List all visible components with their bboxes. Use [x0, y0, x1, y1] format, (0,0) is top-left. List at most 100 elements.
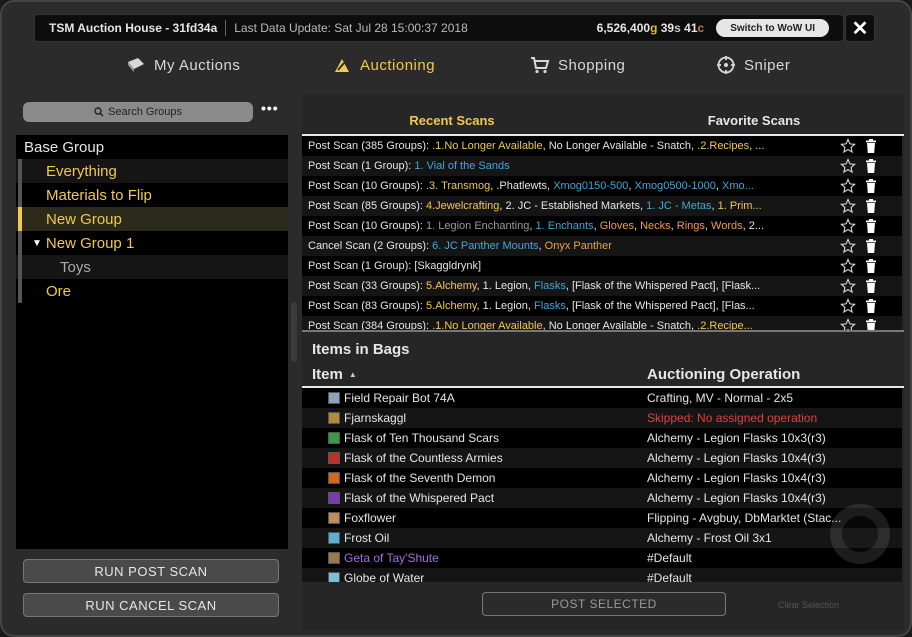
selected-marker: [18, 207, 22, 231]
tab-my-auctions[interactable]: My Auctions: [126, 50, 240, 80]
group-item-everything[interactable]: Everything: [16, 159, 288, 183]
delete-icon[interactable]: [865, 219, 877, 233]
delete-icon[interactable]: [865, 139, 877, 153]
post-selected-button[interactable]: POST SELECTED: [482, 592, 726, 616]
column-header-operation[interactable]: Auctioning Operation: [647, 366, 800, 383]
scan-segment: 4.Jewelcrafting: [426, 200, 500, 212]
item-row[interactable]: Frost Oil Alchemy - Frost Oil 3x1: [302, 528, 902, 548]
scan-row[interactable]: Post Scan (1 Group): [Skaggldrynk]: [302, 256, 902, 276]
scan-row[interactable]: Post Scan (33 Groups): 5.Alchemy, 1. Leg…: [302, 276, 902, 296]
item-operation: Alchemy - Legion Flasks 10x4(r3): [647, 451, 826, 465]
group-tree: Base Group Everything Materials to Flip …: [16, 135, 288, 549]
scan-segment: Onyx Panther: [544, 240, 612, 252]
group-item-base-group[interactable]: Base Group: [16, 135, 288, 159]
item-name: Globe of Water: [344, 571, 425, 582]
scan-row[interactable]: Post Scan (10 Groups): .3. Transmog, .Ph…: [302, 176, 902, 196]
gold-amount: 6,526,400: [596, 21, 651, 35]
scan-row[interactable]: Post Scan (384 Groups): .1.No Longer Ava…: [302, 316, 902, 330]
group-search-bar: Search Groups •••: [16, 96, 288, 130]
scan-row[interactable]: Cancel Scan (2 Groups): 6. JC Panther Mo…: [302, 236, 902, 256]
delete-icon[interactable]: [865, 239, 877, 253]
favorite-star-icon[interactable]: [840, 278, 856, 294]
item-row[interactable]: Flask of the Countless Armies Alchemy - L…: [302, 448, 902, 468]
run-post-scan-button[interactable]: RUN POST SCAN: [23, 559, 279, 583]
tab-shopping[interactable]: Shopping: [530, 50, 625, 80]
scrollbar[interactable]: [291, 302, 297, 362]
panel-divider[interactable]: [302, 330, 904, 332]
delete-icon[interactable]: [865, 199, 877, 213]
scan-segment: Rings: [676, 220, 705, 232]
group-item-new-group[interactable]: New Group: [16, 207, 288, 231]
delete-icon[interactable]: [865, 299, 877, 313]
favorite-star-icon[interactable]: [840, 258, 856, 274]
items-list: Field Repair Bot 74A Crafting, MV - Norma…: [302, 388, 902, 582]
item-row[interactable]: Geta of Tay'Shute #Default: [302, 548, 902, 568]
favorite-star-icon[interactable]: [840, 318, 856, 330]
item-name: Frost Oil: [344, 531, 390, 545]
item-row[interactable]: Flask of Ten Thousand Scars Alchemy - Leg…: [302, 428, 902, 448]
favorite-star-icon[interactable]: [840, 158, 856, 174]
scan-segment: .1.No Longer Available: [432, 320, 543, 330]
scan-segment: Xmog0500-1000: [634, 180, 716, 192]
favorite-star-icon[interactable]: [840, 238, 856, 254]
favorite-star-icon[interactable]: [840, 198, 856, 214]
item-row[interactable]: Foxflower Flipping - Avgbuy, DbMarktet (S…: [302, 508, 902, 528]
items-table-header: Item ▲ Auctioning Operation: [302, 364, 904, 388]
scan-row[interactable]: Post Scan (10 Groups): 1. Legion Enchant…: [302, 216, 902, 236]
search-groups-input[interactable]: Search Groups: [23, 102, 253, 122]
scan-row[interactable]: Post Scan (1 Group): 1. Vial of the Sand…: [302, 156, 902, 176]
scan-description: Post Scan (384 Groups): .1.No Longer Ava…: [308, 320, 838, 330]
tab-sniper[interactable]: Sniper: [716, 50, 790, 80]
title-bar: TSM Auction House - 31fd34a Last Data Up…: [34, 14, 844, 42]
item-row[interactable]: Fjarnskaggl Skipped: No assigned operatio…: [302, 408, 902, 428]
favorite-star-icon[interactable]: [840, 298, 856, 314]
scan-segment: Post Scan (10 Groups):: [308, 220, 426, 232]
favorite-star-icon[interactable]: [840, 138, 856, 154]
item-row[interactable]: Flask of the Seventh Demon Alchemy - Legi…: [302, 468, 902, 488]
tab-recent-scans[interactable]: Recent Scans: [302, 108, 602, 132]
cart-icon: [531, 57, 550, 74]
favorite-star-icon[interactable]: [840, 218, 856, 234]
item-icon: [328, 412, 340, 424]
scan-segment: Xmog0150-500: [553, 180, 629, 192]
item-operation: Crafting, MV - Normal - 2x5: [647, 391, 794, 405]
item-row[interactable]: Field Repair Bot 74A Crafting, MV - Norma…: [302, 388, 902, 408]
item-name: Fjarnskaggl: [344, 411, 407, 425]
scan-segment: Post Scan (85 Groups):: [308, 200, 426, 212]
delete-icon[interactable]: [865, 259, 877, 273]
group-item-ore[interactable]: Ore: [16, 279, 288, 303]
more-options-icon[interactable]: •••: [261, 100, 279, 116]
tab-auctioning[interactable]: Auctioning: [332, 50, 435, 80]
item-icon: [328, 532, 340, 544]
item-row[interactable]: Flask of the Whispered Pact Alchemy - Leg…: [302, 488, 902, 508]
item-icon: [328, 572, 340, 582]
clear-selection-link[interactable]: Clear Selection: [778, 600, 839, 610]
column-header-item[interactable]: Item ▲: [312, 366, 357, 383]
delete-icon[interactable]: [865, 279, 877, 293]
run-cancel-scan-button[interactable]: RUN CANCEL SCAN: [23, 593, 279, 617]
scan-segment: Flasks: [534, 300, 566, 312]
scan-segment: Post Scan (385 Groups):: [308, 140, 433, 152]
scan-segment: 1. Vial of the Sands: [414, 160, 510, 172]
switch-to-wow-ui-button[interactable]: Switch to WoW UI: [716, 19, 829, 37]
scan-segment: Necks: [640, 220, 671, 232]
tab-favorite-scans[interactable]: Favorite Scans: [604, 108, 904, 132]
delete-icon[interactable]: [865, 179, 877, 193]
scan-row[interactable]: Post Scan (85 Groups): 4.Jewelcrafting, …: [302, 196, 902, 216]
favorite-star-icon[interactable]: [840, 178, 856, 194]
auction-house-window: TSM Auction House - 31fd34a Last Data Up…: [0, 0, 912, 637]
delete-icon[interactable]: [865, 319, 877, 330]
item-icon: [328, 452, 340, 464]
group-label: Materials to Flip: [46, 186, 152, 204]
item-row[interactable]: Globe of Water #Default: [302, 568, 902, 582]
scan-row[interactable]: Post Scan (385 Groups): .1.No Longer Ava…: [302, 136, 902, 156]
group-item-materials-to-flip[interactable]: Materials to Flip: [16, 183, 288, 207]
scan-segment: 1. Legion Enchanting: [426, 220, 530, 232]
group-item-toys[interactable]: Toys: [16, 255, 288, 279]
scan-row[interactable]: Post Scan (83 Groups): 5.Alchemy, 1. Leg…: [302, 296, 902, 316]
delete-icon[interactable]: [865, 159, 877, 173]
group-item-new-group-1[interactable]: ▼ New Group 1: [16, 231, 288, 255]
scan-segment: , ...: [749, 140, 765, 152]
scan-segment: Cancel Scan (2 Groups):: [308, 240, 433, 252]
close-button[interactable]: ✕: [845, 14, 875, 42]
